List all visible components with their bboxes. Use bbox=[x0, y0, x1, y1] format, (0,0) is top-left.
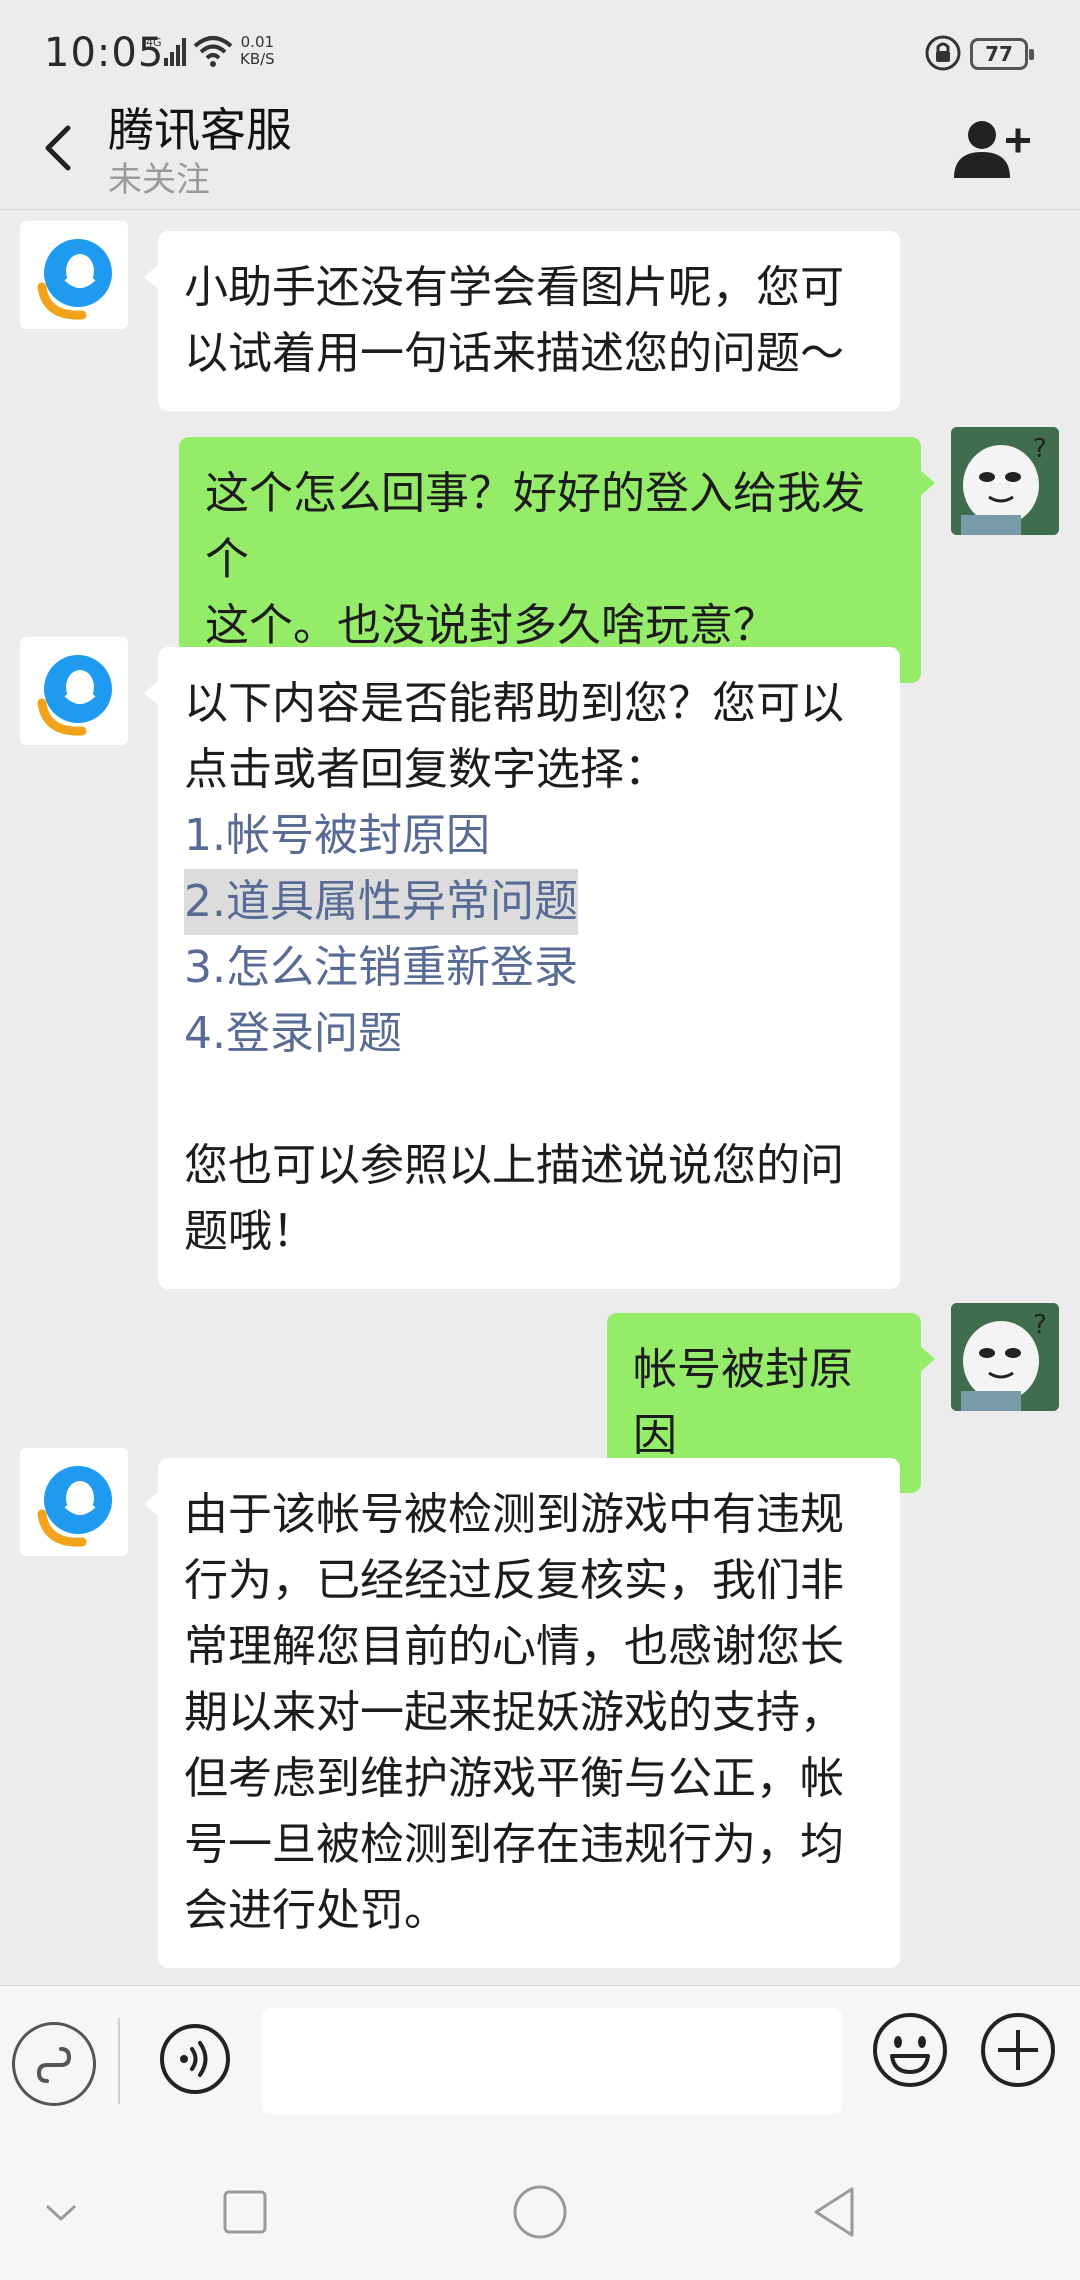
option-link-2[interactable]: 2.道具属性异常问题 bbox=[184, 869, 578, 935]
network-type: 4G bbox=[146, 36, 162, 49]
qq-logo-icon bbox=[37, 655, 112, 736]
tencent-service-avatar[interactable] bbox=[20, 221, 128, 329]
mini-program-icon bbox=[36, 2047, 72, 2083]
emoji-icon bbox=[873, 2013, 947, 2087]
message-text: 行为，已经经过反复核实，我们非 bbox=[184, 1555, 844, 1606]
follow-status: 未关注 bbox=[108, 160, 210, 200]
chevron-left-icon bbox=[45, 125, 71, 171]
add-contact-icon bbox=[954, 121, 1030, 178]
message-text: 号一旦被检测到存在违规行为，均 bbox=[184, 1819, 844, 1870]
collapse-icon bbox=[46, 2205, 76, 2222]
option-link-1[interactable]: 1.帐号被封原因 bbox=[184, 803, 874, 869]
more-actions-button[interactable] bbox=[978, 2010, 1058, 2090]
chat-header: 腾讯客服 未关注 bbox=[0, 90, 1080, 210]
network-speed-unit: KB/S bbox=[240, 50, 275, 68]
qq-logo-icon bbox=[37, 239, 112, 320]
message-text: 以下内容是否能帮助到您？您可以 bbox=[184, 678, 844, 729]
message-text: 题哦！ bbox=[184, 1206, 316, 1257]
recent-apps-button[interactable] bbox=[210, 2177, 280, 2247]
collapse-button[interactable] bbox=[26, 2177, 96, 2247]
panda-meme-avatar-icon: ? bbox=[951, 427, 1059, 535]
message-text-field[interactable] bbox=[262, 2008, 842, 2114]
home-button[interactable] bbox=[505, 2177, 575, 2247]
message-text: 常理解您目前的心情，也感谢您长 bbox=[184, 1621, 844, 1672]
message-text: 期以来对一起来捉妖游戏的支持， bbox=[184, 1687, 844, 1738]
back-icon bbox=[814, 2187, 854, 2237]
user-avatar[interactable]: ? bbox=[951, 1303, 1059, 1411]
network-speed: 0.01 KB/S bbox=[240, 34, 275, 68]
back-button[interactable] bbox=[30, 118, 90, 178]
option-link-3[interactable]: 3.怎么注销重新登录 bbox=[184, 935, 874, 1001]
message-text: 您也可以参照以上描述说说您的问 bbox=[184, 1140, 844, 1191]
user-avatar[interactable]: ? bbox=[951, 427, 1059, 535]
voice-icon bbox=[160, 2024, 230, 2094]
message-text: 由于该帐号被检测到游戏中有违规 bbox=[184, 1489, 844, 1540]
qq-logo-icon bbox=[37, 1466, 112, 1547]
message-text: 以试着用一句话来描述您的问题～ bbox=[184, 328, 844, 379]
mini-program-button[interactable] bbox=[12, 2022, 96, 2106]
network-speed-value: 0.01 bbox=[240, 33, 275, 51]
voice-button[interactable] bbox=[158, 2022, 232, 2096]
message-bubble[interactable]: 以下内容是否能帮助到您？您可以 点击或者回复数字选择： 1.帐号被封原因 2.道… bbox=[144, 647, 900, 1289]
message-text: 点击或者回复数字选择： bbox=[184, 744, 668, 795]
cell-signal-icon: 4G bbox=[146, 36, 188, 72]
message-text: 帐号被封原因 bbox=[633, 1344, 853, 1461]
message-bubble[interactable]: 由于该帐号被检测到游戏中有违规 行为，已经经过反复核实，我们非 常理解您目前的心… bbox=[144, 1458, 900, 1968]
chat-message-list[interactable]: 小助手还没有学会看图片呢，您可 以试着用一句话来描述您的问题～ 这个怎么回事？好… bbox=[0, 211, 1080, 1985]
svg-text:?: ? bbox=[1033, 434, 1047, 464]
wifi-icon bbox=[192, 34, 234, 72]
message-text: 小助手还没有学会看图片呢，您可 bbox=[184, 262, 844, 313]
tencent-service-avatar[interactable] bbox=[20, 1448, 128, 1556]
tencent-service-avatar[interactable] bbox=[20, 637, 128, 745]
svg-text:?: ? bbox=[1033, 1310, 1047, 1340]
rotation-lock-icon bbox=[924, 34, 962, 76]
message-text: 这个怎么回事？好好的登入给我发个 bbox=[205, 468, 865, 585]
emoji-button[interactable] bbox=[870, 2010, 950, 2090]
panda-meme-avatar-icon: ? bbox=[951, 1303, 1059, 1411]
plus-icon bbox=[981, 2013, 1055, 2087]
chat-title: 腾讯客服 bbox=[108, 103, 292, 157]
message-text: 会进行处罚。 bbox=[184, 1885, 448, 1936]
message-bubble[interactable]: 小助手还没有学会看图片呢，您可 以试着用一句话来描述您的问题～ bbox=[144, 231, 900, 411]
option-link-4[interactable]: 4.登录问题 bbox=[184, 1001, 874, 1067]
divider bbox=[118, 2018, 120, 2104]
add-contact-button[interactable] bbox=[950, 118, 1032, 184]
message-input-bar bbox=[0, 1985, 1080, 2135]
system-navigation-bar bbox=[0, 2135, 1080, 2280]
back-nav-button[interactable] bbox=[800, 2177, 870, 2247]
battery-indicator: 77 bbox=[970, 38, 1034, 70]
message-text: 但考虑到维护游戏平衡与公正，帐 bbox=[184, 1753, 844, 1804]
recent-apps-icon bbox=[223, 2190, 267, 2234]
home-icon bbox=[513, 2185, 567, 2239]
